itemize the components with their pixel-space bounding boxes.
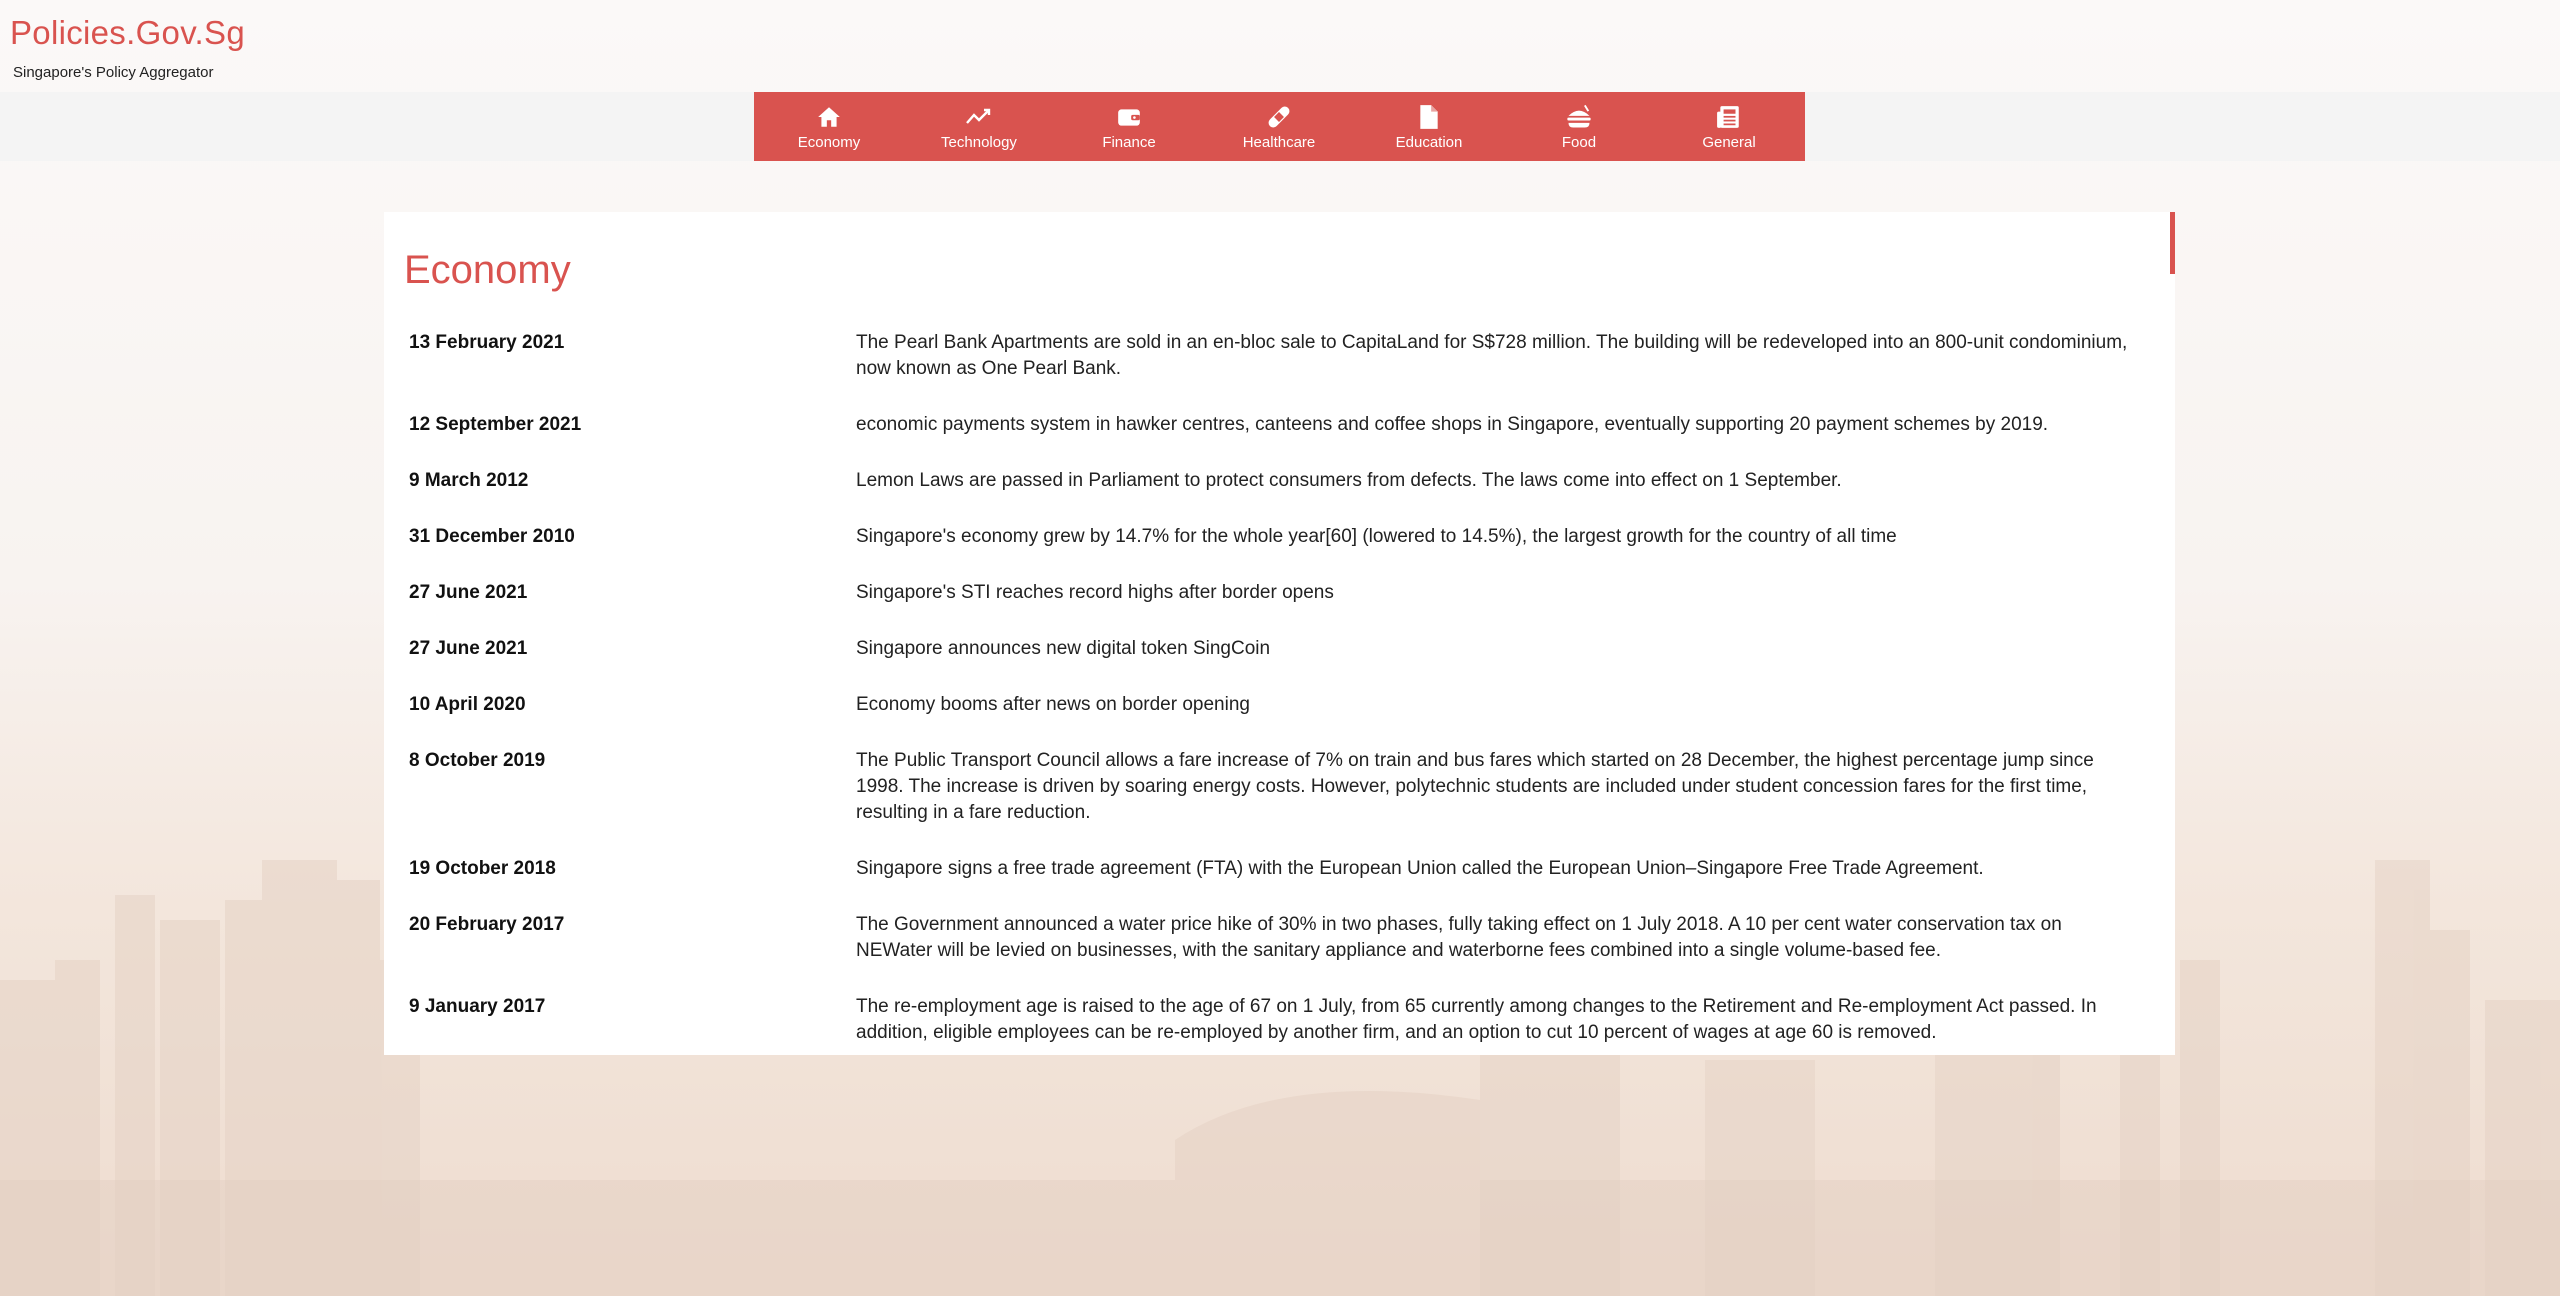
event-description: Singapore signs a free trade agreement (… bbox=[856, 858, 1984, 879]
economy-panel: Economy 13 February 2021 The Pearl Bank … bbox=[384, 212, 2175, 1055]
event-description: Singapore's STI reaches record highs aft… bbox=[856, 582, 1334, 603]
timeline-list: 13 February 2021 The Pearl Bank Apartmen… bbox=[409, 330, 2139, 1055]
newspaper-icon bbox=[1715, 103, 1743, 131]
file-icon bbox=[1415, 103, 1443, 131]
event-description: The Government announced a water price h… bbox=[856, 914, 2062, 961]
timeline-row: 27 June 2021 Singapore's STI reaches rec… bbox=[409, 580, 2139, 606]
nav-item-general[interactable]: General bbox=[1654, 92, 1804, 161]
timeline-row: 31 December 2010 Singapore's economy gre… bbox=[409, 524, 2139, 550]
event-date: 9 January 2017 bbox=[409, 996, 546, 1017]
event-description: The Public Transport Council allows a fa… bbox=[856, 750, 2094, 823]
nav-item-label: General bbox=[1702, 133, 1756, 151]
event-date: 31 December 2010 bbox=[409, 526, 575, 547]
nav-item-label: Technology bbox=[941, 133, 1017, 151]
page-title: Economy bbox=[404, 248, 571, 292]
nav-item-technology[interactable]: Technology bbox=[904, 92, 1054, 161]
timeline-row: 19 October 2018 Singapore signs a free t… bbox=[409, 856, 2139, 882]
timeline-row: 10 April 2020 Economy booms after news o… bbox=[409, 692, 2139, 718]
nav-item-food[interactable]: Food bbox=[1504, 92, 1654, 161]
nav-item-economy[interactable]: Economy bbox=[754, 92, 904, 161]
nav-item-healthcare[interactable]: Healthcare bbox=[1204, 92, 1354, 161]
event-date: 12 September 2021 bbox=[409, 414, 582, 435]
site-subtitle: Singapore's Policy Aggregator bbox=[13, 64, 214, 81]
event-description: Economy booms after news on border openi… bbox=[856, 694, 1250, 715]
home-icon bbox=[815, 103, 843, 131]
timeline-row: 13 February 2021 The Pearl Bank Apartmen… bbox=[409, 330, 2139, 382]
site-title-link[interactable]: Policies.Gov.Sg bbox=[10, 14, 245, 52]
nav-item-label: Finance bbox=[1102, 133, 1156, 151]
nav-item-label: Healthcare bbox=[1242, 133, 1316, 151]
nav-item-label: Food bbox=[1561, 133, 1597, 151]
event-description: economic payments system in hawker centr… bbox=[856, 414, 2049, 435]
timeline-row: 9 January 2017 The re-employment age is … bbox=[409, 994, 2139, 1046]
event-description: Singapore announces new digital token Si… bbox=[856, 638, 1271, 659]
wallet-icon bbox=[1115, 103, 1143, 131]
event-date: 27 June 2021 bbox=[409, 582, 528, 603]
event-description: Singapore's economy grew by 14.7% for th… bbox=[856, 526, 1897, 547]
nav-item-education[interactable]: Education bbox=[1354, 92, 1504, 161]
timeline-row: 27 June 2021 Singapore announces new dig… bbox=[409, 636, 2139, 662]
scrollbar-thumb[interactable] bbox=[2170, 212, 2175, 274]
nav-item-label: Economy bbox=[797, 133, 861, 151]
bandage-icon bbox=[1265, 103, 1293, 131]
timeline-row: 12 September 2021 economic payments syst… bbox=[409, 412, 2139, 438]
event-date: 13 February 2021 bbox=[409, 332, 565, 353]
event-date: 8 October 2019 bbox=[409, 750, 546, 771]
category-nav: Economy Technology Finance Healthcare Ed… bbox=[754, 92, 1805, 161]
event-description: The re-employment age is raised to the a… bbox=[856, 996, 2097, 1043]
timeline-row: 9 March 2012 Lemon Laws are passed in Pa… bbox=[409, 468, 2139, 494]
event-date: 9 March 2012 bbox=[409, 470, 529, 491]
site-header: Policies.Gov.Sg Singapore's Policy Aggre… bbox=[0, 0, 2560, 92]
event-date: 20 February 2017 bbox=[409, 914, 565, 935]
nav-item-finance[interactable]: Finance bbox=[1054, 92, 1204, 161]
timeline-row: 20 February 2017 The Government announce… bbox=[409, 912, 2139, 964]
nav-item-label: Education bbox=[1395, 133, 1463, 151]
timeline-row: 8 October 2019 The Public Transport Coun… bbox=[409, 748, 2139, 826]
event-description: The Pearl Bank Apartments are sold in an… bbox=[856, 332, 2128, 379]
burger-icon bbox=[1565, 103, 1593, 131]
event-date: 27 June 2021 bbox=[409, 638, 528, 659]
event-description: Lemon Laws are passed in Parliament to p… bbox=[856, 470, 1842, 491]
event-date: 19 October 2018 bbox=[409, 858, 556, 879]
trend-line-icon bbox=[965, 103, 993, 131]
event-date: 10 April 2020 bbox=[409, 694, 526, 715]
